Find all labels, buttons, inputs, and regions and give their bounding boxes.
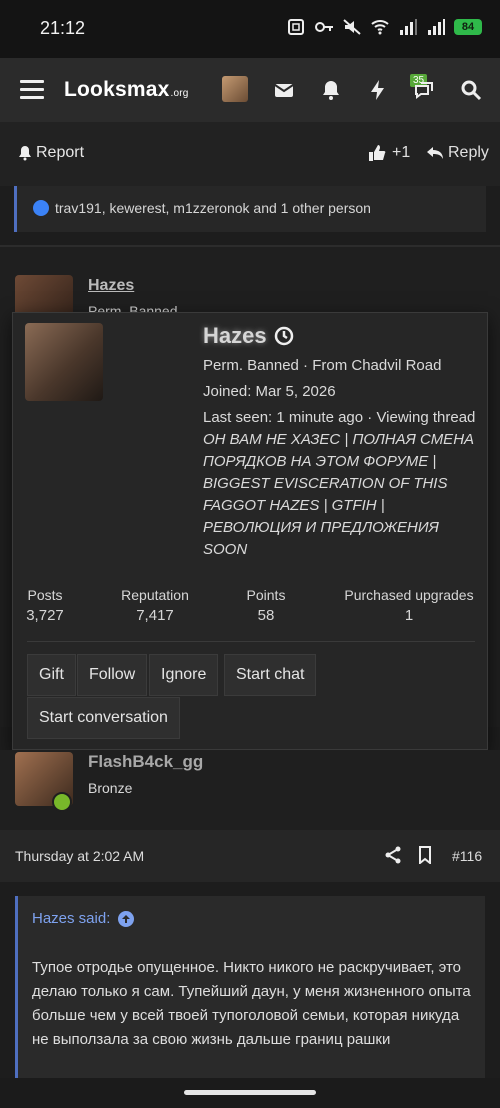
divider <box>27 641 475 642</box>
bolt-icon[interactable] <box>366 78 390 102</box>
post-header: FlashB4ck_gg Bronze <box>0 750 500 830</box>
account-avatar[interactable] <box>222 76 248 102</box>
popup-stats: Posts 3,727 Reputation 7,417 Points 58 Purc… <box>13 587 489 627</box>
nfc-icon <box>288 19 304 35</box>
status-icons: 84 <box>286 18 482 36</box>
reply-icon <box>427 147 443 159</box>
post-meta-bar: Thursday at 2:02 AM #116 <box>0 830 500 882</box>
post-author[interactable]: FlashB4ck_gg <box>88 752 203 772</box>
reactions-bar[interactable]: trav191, kewerest, m1zzeronok and 1 othe… <box>14 186 486 232</box>
report-label: Report <box>36 144 85 161</box>
bell-icon <box>19 146 31 161</box>
popup-avatar[interactable] <box>25 323 103 401</box>
popup-joined: Joined: Mar 5, 2026 <box>203 383 336 400</box>
top-navbar: Looksmax.org 35 <box>0 58 500 122</box>
quote-header[interactable]: Hazes said: <box>32 910 135 927</box>
popup-title-line: Perm. Banned · From Chadvil Road <box>203 357 442 374</box>
wifi-icon <box>371 20 389 35</box>
status-bar: 21:12 84 <box>0 0 500 58</box>
reactions-text[interactable]: trav191, kewerest, m1zzeronok and 1 othe… <box>55 200 371 216</box>
post-date[interactable]: Thursday at 2:02 AM <box>15 848 144 864</box>
stat-points: Points 58 <box>246 587 286 624</box>
like-reaction-icon <box>33 200 49 216</box>
quote-author[interactable]: Hazes said: <box>32 910 110 927</box>
popup-username[interactable]: Hazes <box>203 323 295 349</box>
bell-icon[interactable] <box>319 78 343 102</box>
signal-icon <box>400 19 417 35</box>
start-chat-button[interactable]: Start chat <box>224 654 317 696</box>
popup-last-seen: Last seen: 1 minute ago · Viewing thread… <box>203 409 476 558</box>
reply-button[interactable]: Reply <box>426 144 489 162</box>
post-author[interactable]: Hazes <box>88 277 134 295</box>
like-count: +1 <box>392 144 411 161</box>
start-conversation-button[interactable]: Start conversation <box>27 697 180 739</box>
gift-button[interactable]: Gift <box>27 654 76 696</box>
site-logo[interactable]: Looksmax.org <box>64 78 189 102</box>
like-button[interactable]: +1 <box>368 144 410 162</box>
member-tooltip: Hazes Perm. Banned · From Chadvil Road J… <box>12 312 488 750</box>
follow-button[interactable]: Follow <box>77 654 148 696</box>
quote-block: Hazes said: Тупое отродье опущенное. Ник… <box>15 896 485 1078</box>
stat-posts: Posts 3,727 <box>26 587 64 624</box>
reply-label: Reply <box>448 144 489 161</box>
arrow-up-circle-icon[interactable] <box>118 910 135 927</box>
share-icon[interactable] <box>384 846 402 864</box>
ignore-button[interactable]: Ignore <box>149 654 219 696</box>
post-number[interactable]: #116 <box>452 848 482 864</box>
inbox-icon[interactable] <box>272 78 296 102</box>
history-icon[interactable] <box>273 325 295 347</box>
status-time: 21:12 <box>40 18 86 38</box>
signal-icon-2 <box>428 19 445 35</box>
key-icon <box>315 22 333 32</box>
thumbs-up-icon <box>369 145 386 161</box>
report-button[interactable]: Report <box>18 144 84 162</box>
online-indicator <box>52 792 72 812</box>
viewing-thread-link[interactable]: ОН ВАМ НЕ ХАЗЕС | ПОЛНАЯ СМЕНА ПОРЯДКОВ … <box>203 431 474 558</box>
menu-icon[interactable] <box>20 80 44 100</box>
chat-bubbles-icon[interactable] <box>412 78 436 102</box>
post-author-rank: Bronze <box>88 780 133 796</box>
mute-icon <box>343 19 361 35</box>
stat-purchased-upgrades: Purchased upgrades 1 <box>344 587 474 624</box>
battery-icon: 84 <box>454 19 482 35</box>
stat-reputation: Reputation 7,417 <box>121 587 189 624</box>
bookmark-icon[interactable] <box>418 846 432 864</box>
post-actions-bar: Report +1 Reply <box>0 122 500 186</box>
home-indicator[interactable] <box>184 1090 316 1095</box>
quote-body: Тупое отродье опущенное. Никто никого не… <box>32 959 471 1048</box>
search-icon[interactable] <box>459 78 483 102</box>
